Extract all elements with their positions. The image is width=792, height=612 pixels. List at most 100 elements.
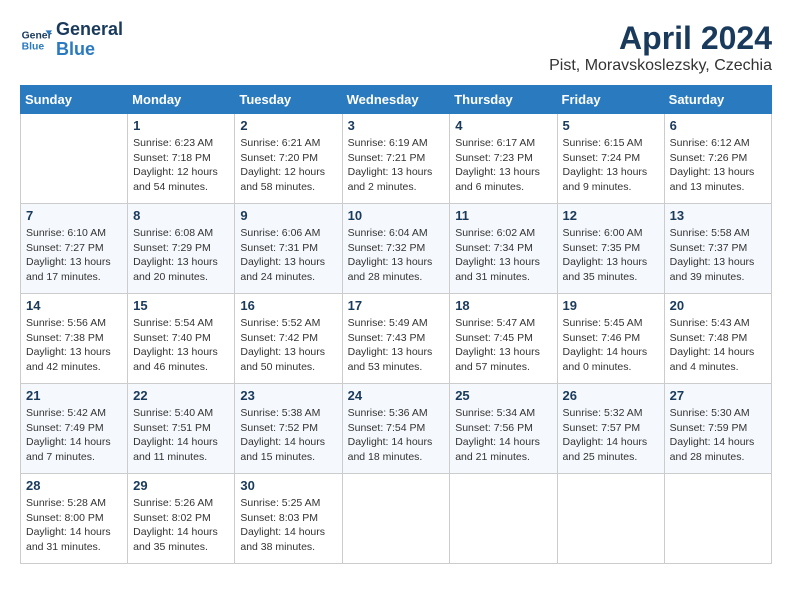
calendar-cell: 21Sunrise: 5:42 AMSunset: 7:49 PMDayligh… xyxy=(21,384,128,474)
weekday-header-row: SundayMondayTuesdayWednesdayThursdayFrid… xyxy=(21,86,772,114)
weekday-header-tuesday: Tuesday xyxy=(235,86,342,114)
day-number: 4 xyxy=(455,118,551,133)
calendar-cell: 11 Sunrise: 6:02 AMSunset: 7:34 PMDayligh… xyxy=(450,204,557,294)
weekday-header-wednesday: Wednesday xyxy=(342,86,450,114)
calendar-table: SundayMondayTuesdayWednesdayThursdayFrid… xyxy=(20,85,772,564)
day-info: Sunrise: 5:26 AMSunset: 8:02 PMDaylight:… xyxy=(133,496,229,555)
calendar-cell xyxy=(557,474,664,564)
day-number: 29 xyxy=(133,478,229,493)
day-number: 23 xyxy=(240,388,336,403)
logo-icon: General Blue xyxy=(20,24,52,56)
weekday-header-thursday: Thursday xyxy=(450,86,557,114)
day-number: 12 xyxy=(563,208,659,223)
calendar-cell: 28 Sunrise: 5:28 AMSunset: 8:00 PMDayligh… xyxy=(21,474,128,564)
day-info: Sunrise: 5:34 AMSunset: 7:56 PMDaylight:… xyxy=(455,406,551,465)
day-number: 25 xyxy=(455,388,551,403)
day-info: Sunrise: 5:56 AMSunset: 7:38 PMDaylight:… xyxy=(26,316,122,375)
day-number: 13 xyxy=(670,208,766,223)
day-number: 16 xyxy=(240,298,336,313)
calendar-cell: 22Sunrise: 5:40 AMSunset: 7:51 PMDayligh… xyxy=(128,384,235,474)
logo-text-blue: Blue xyxy=(56,40,123,60)
calendar-cell: 3Sunrise: 6:19 AMSunset: 7:21 PMDaylight… xyxy=(342,114,450,204)
day-number: 5 xyxy=(563,118,659,133)
day-info: Sunrise: 6:23 AMSunset: 7:18 PMDaylight:… xyxy=(133,136,229,195)
day-number: 14 xyxy=(26,298,122,313)
calendar-cell: 7 Sunrise: 6:10 AMSunset: 7:27 PMDaylight… xyxy=(21,204,128,294)
day-number: 22 xyxy=(133,388,229,403)
calendar-cell: 23 Sunrise: 5:38 AMSunset: 7:52 PMDayligh… xyxy=(235,384,342,474)
day-number: 3 xyxy=(348,118,445,133)
day-info: Sunrise: 6:00 AMSunset: 7:35 PMDaylight:… xyxy=(563,226,659,285)
calendar-cell: 2 Sunrise: 6:21 AMSunset: 7:20 PMDaylight… xyxy=(235,114,342,204)
day-info: Sunrise: 6:02 AMSunset: 7:34 PMDaylight:… xyxy=(455,226,551,285)
calendar-cell: 29 Sunrise: 5:26 AMSunset: 8:02 PMDayligh… xyxy=(128,474,235,564)
day-number: 9 xyxy=(240,208,336,223)
calendar-week-row: 7 Sunrise: 6:10 AMSunset: 7:27 PMDaylight… xyxy=(21,204,772,294)
weekday-header-saturday: Saturday xyxy=(664,86,771,114)
day-info: Sunrise: 5:28 AMSunset: 8:00 PMDaylight:… xyxy=(26,496,122,555)
day-info: Sunrise: 5:25 AMSunset: 8:03 PMDaylight:… xyxy=(240,496,336,555)
day-number: 24 xyxy=(348,388,445,403)
day-number: 19 xyxy=(563,298,659,313)
calendar-cell: 14 Sunrise: 5:56 AMSunset: 7:38 PMDayligh… xyxy=(21,294,128,384)
day-number: 7 xyxy=(26,208,122,223)
calendar-cell: 5 Sunrise: 6:15 AMSunset: 7:24 PMDaylight… xyxy=(557,114,664,204)
calendar-week-row: 1Sunrise: 6:23 AMSunset: 7:18 PMDaylight… xyxy=(21,114,772,204)
calendar-cell: 24 Sunrise: 5:36 AMSunset: 7:54 PMDayligh… xyxy=(342,384,450,474)
day-info: Sunrise: 6:10 AMSunset: 7:27 PMDaylight:… xyxy=(26,226,122,285)
day-info: Sunrise: 5:58 AMSunset: 7:37 PMDaylight:… xyxy=(670,226,766,285)
calendar-cell: 19Sunrise: 5:45 AMSunset: 7:46 PMDayligh… xyxy=(557,294,664,384)
day-number: 18 xyxy=(455,298,551,313)
logo-text-general: General xyxy=(56,20,123,40)
day-info: Sunrise: 6:21 AMSunset: 7:20 PMDaylight:… xyxy=(240,136,336,195)
day-number: 27 xyxy=(670,388,766,403)
day-info: Sunrise: 5:36 AMSunset: 7:54 PMDaylight:… xyxy=(348,406,445,465)
day-info: Sunrise: 6:06 AMSunset: 7:31 PMDaylight:… xyxy=(240,226,336,285)
calendar-cell: 1Sunrise: 6:23 AMSunset: 7:18 PMDaylight… xyxy=(128,114,235,204)
day-info: Sunrise: 5:49 AMSunset: 7:43 PMDaylight:… xyxy=(348,316,445,375)
calendar-cell xyxy=(450,474,557,564)
day-number: 11 xyxy=(455,208,551,223)
calendar-cell xyxy=(664,474,771,564)
calendar-week-row: 28 Sunrise: 5:28 AMSunset: 8:00 PMDayligh… xyxy=(21,474,772,564)
day-info: Sunrise: 6:12 AMSunset: 7:26 PMDaylight:… xyxy=(670,136,766,195)
weekday-header-friday: Friday xyxy=(557,86,664,114)
logo: General Blue General Blue xyxy=(20,20,123,60)
calendar-cell: 18 Sunrise: 5:47 AMSunset: 7:45 PMDayligh… xyxy=(450,294,557,384)
location-title: Pist, Moravskoslezsky, Czechia xyxy=(549,57,772,75)
day-info: Sunrise: 6:08 AMSunset: 7:29 PMDaylight:… xyxy=(133,226,229,285)
day-number: 26 xyxy=(563,388,659,403)
calendar-cell: 25 Sunrise: 5:34 AMSunset: 7:56 PMDayligh… xyxy=(450,384,557,474)
day-info: Sunrise: 5:47 AMSunset: 7:45 PMDaylight:… xyxy=(455,316,551,375)
page-header: General Blue General Blue April 2024 Pis… xyxy=(20,20,772,75)
calendar-cell: 13 Sunrise: 5:58 AMSunset: 7:37 PMDayligh… xyxy=(664,204,771,294)
calendar-cell: 27Sunrise: 5:30 AMSunset: 7:59 PMDayligh… xyxy=(664,384,771,474)
calendar-cell xyxy=(21,114,128,204)
calendar-week-row: 14 Sunrise: 5:56 AMSunset: 7:38 PMDayligh… xyxy=(21,294,772,384)
day-info: Sunrise: 5:43 AMSunset: 7:48 PMDaylight:… xyxy=(670,316,766,375)
calendar-cell: 6Sunrise: 6:12 AMSunset: 7:26 PMDaylight… xyxy=(664,114,771,204)
calendar-cell: 8 Sunrise: 6:08 AMSunset: 7:29 PMDaylight… xyxy=(128,204,235,294)
day-number: 30 xyxy=(240,478,336,493)
day-number: 10 xyxy=(348,208,445,223)
day-number: 8 xyxy=(133,208,229,223)
day-number: 28 xyxy=(26,478,122,493)
weekday-header-monday: Monday xyxy=(128,86,235,114)
day-number: 2 xyxy=(240,118,336,133)
day-info: Sunrise: 5:38 AMSunset: 7:52 PMDaylight:… xyxy=(240,406,336,465)
svg-text:Blue: Blue xyxy=(22,41,45,52)
calendar-cell: 12 Sunrise: 6:00 AMSunset: 7:35 PMDayligh… xyxy=(557,204,664,294)
calendar-cell: 4Sunrise: 6:17 AMSunset: 7:23 PMDaylight… xyxy=(450,114,557,204)
calendar-cell xyxy=(342,474,450,564)
weekday-header-sunday: Sunday xyxy=(21,86,128,114)
title-area: April 2024 Pist, Moravskoslezsky, Czechi… xyxy=(549,20,772,75)
calendar-cell: 30 Sunrise: 5:25 AMSunset: 8:03 PMDayligh… xyxy=(235,474,342,564)
day-number: 20 xyxy=(670,298,766,313)
day-info: Sunrise: 5:54 AMSunset: 7:40 PMDaylight:… xyxy=(133,316,229,375)
day-number: 15 xyxy=(133,298,229,313)
calendar-cell: 16 Sunrise: 5:52 AMSunset: 7:42 PMDayligh… xyxy=(235,294,342,384)
calendar-week-row: 21Sunrise: 5:42 AMSunset: 7:49 PMDayligh… xyxy=(21,384,772,474)
day-info: Sunrise: 6:15 AMSunset: 7:24 PMDaylight:… xyxy=(563,136,659,195)
day-info: Sunrise: 5:52 AMSunset: 7:42 PMDaylight:… xyxy=(240,316,336,375)
calendar-cell: 17Sunrise: 5:49 AMSunset: 7:43 PMDayligh… xyxy=(342,294,450,384)
